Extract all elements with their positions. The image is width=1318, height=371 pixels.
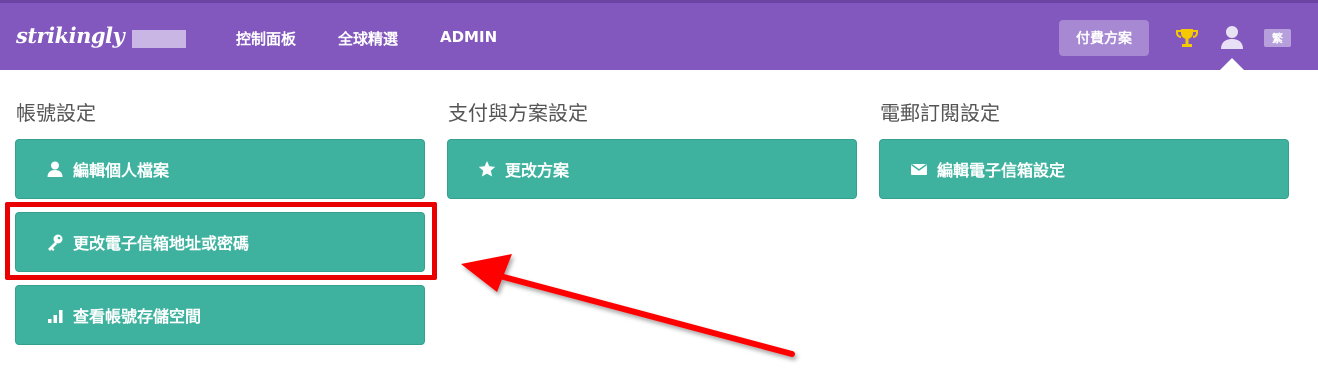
view-storage-label: 查看帳號存儲空間 — [73, 307, 202, 326]
nav-dashboard[interactable]: 控制面板 — [236, 28, 296, 49]
edit-profile-button[interactable]: 編輯個人檔案 — [15, 139, 425, 199]
bar-chart-icon — [48, 310, 63, 323]
section-title-billing: 支付與方案設定 — [448, 101, 588, 125]
section-title-account: 帳號設定 — [16, 101, 96, 125]
top-navigation-bar: strikingly 控制面板 全球精選 ADMIN 付費方案 繁 — [0, 0, 1318, 70]
envelope-icon — [911, 163, 927, 175]
nav-admin[interactable]: ADMIN — [440, 28, 497, 46]
user-icon — [47, 161, 63, 177]
upgrade-plan-button[interactable]: 付費方案 — [1059, 20, 1149, 56]
nav-discover[interactable]: 全球精選 — [338, 28, 398, 49]
trophy-icon[interactable] — [1175, 26, 1199, 50]
strikingly-logo[interactable]: strikingly — [16, 23, 125, 48]
account-user-icon[interactable] — [1220, 24, 1244, 50]
star-icon — [478, 161, 496, 177]
change-plan-button[interactable]: 更改方案 — [447, 139, 857, 199]
edit-profile-label: 編輯個人檔案 — [73, 161, 170, 180]
language-switch[interactable]: 繁 — [1264, 29, 1291, 47]
highlight-box — [5, 202, 437, 280]
edit-email-settings-button[interactable]: 編輯電子信箱設定 — [879, 139, 1289, 199]
view-storage-button[interactable]: 查看帳號存儲空間 — [15, 285, 425, 345]
section-title-email: 電郵訂閱設定 — [880, 101, 1000, 125]
edit-email-settings-label: 編輯電子信箱設定 — [937, 161, 1066, 180]
change-plan-label: 更改方案 — [505, 161, 570, 180]
dropdown-caret — [1220, 58, 1244, 70]
site-name-redacted[interactable] — [132, 30, 186, 48]
